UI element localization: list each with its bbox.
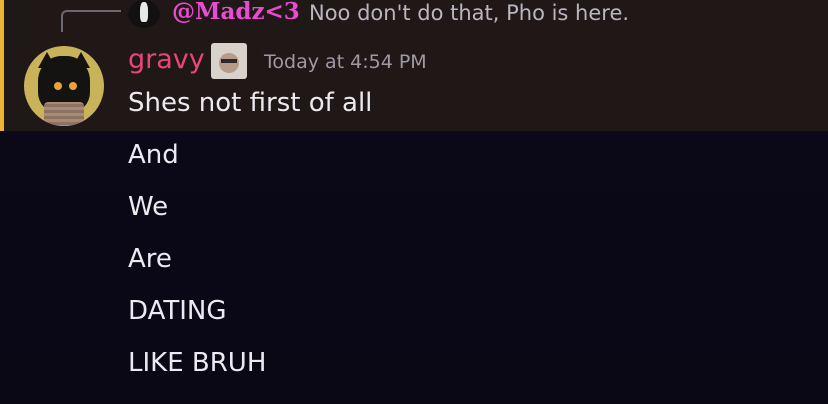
eye-icon — [54, 82, 62, 90]
message-line: Shes not first of all — [128, 88, 373, 118]
reply-preview-text[interactable]: Noo don't do that, Pho is here. — [309, 1, 629, 25]
message-line: LIKE BRUH — [128, 348, 267, 378]
eye-icon — [69, 82, 77, 90]
role-icon[interactable] — [211, 43, 247, 79]
reply-connector — [61, 10, 121, 32]
timestamp[interactable]: Today at 4:54 PM — [264, 51, 427, 73]
message-line: Are — [128, 244, 172, 274]
reply-mention[interactable]: @Madz<3 — [172, 0, 300, 25]
username[interactable]: gravy — [128, 44, 205, 75]
message-line: We — [128, 192, 169, 222]
scarf-icon — [44, 102, 84, 126]
message-line: DATING — [128, 296, 227, 326]
message-line: And — [128, 140, 179, 170]
avatar[interactable] — [24, 46, 104, 126]
reply-avatar[interactable] — [128, 0, 160, 28]
